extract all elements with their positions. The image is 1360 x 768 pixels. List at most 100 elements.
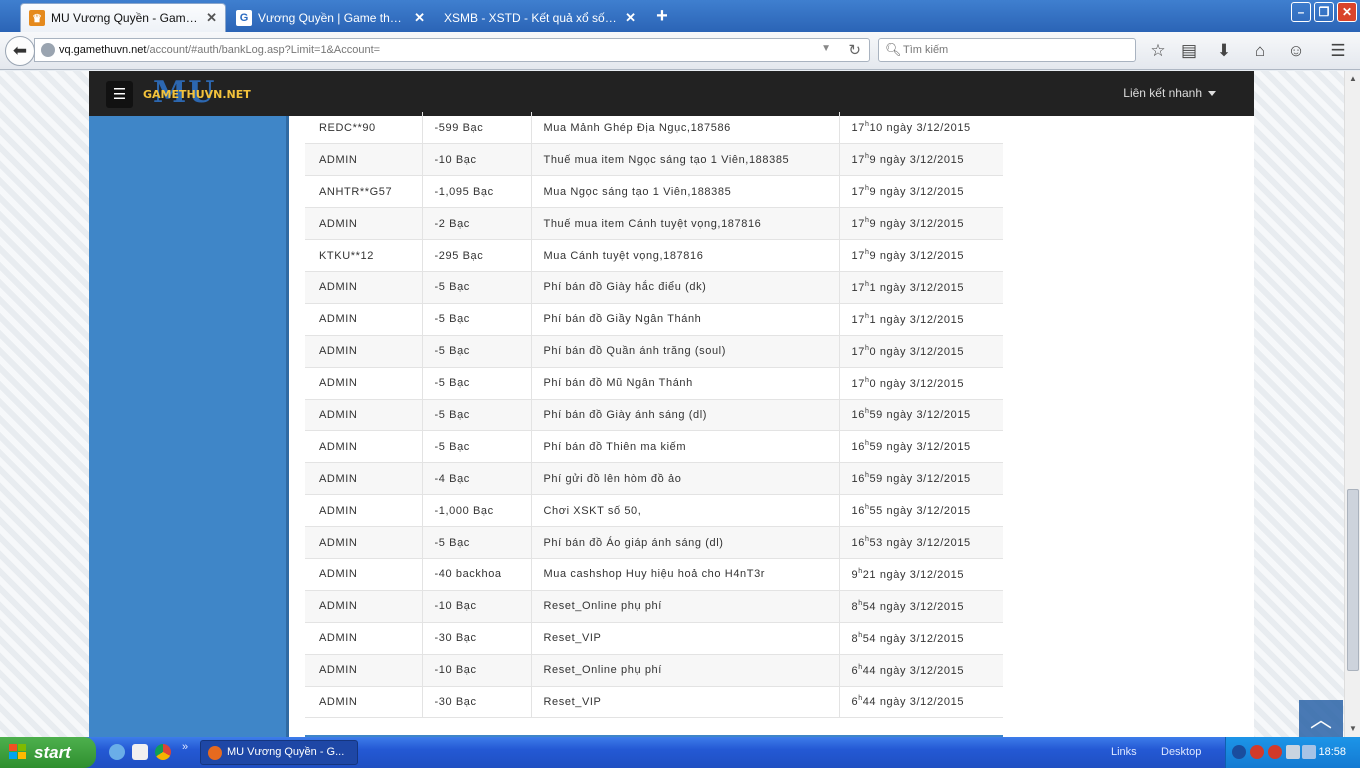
time-minute: 54 xyxy=(862,600,877,613)
notepad-icon[interactable] xyxy=(132,744,148,760)
network-icon[interactable] xyxy=(1286,745,1300,759)
menu-icon[interactable]: ☰ xyxy=(1327,41,1349,61)
table-row: ADMIN -40 backhoa Mua cashshop Huy hiệu ho… xyxy=(305,558,1003,591)
time-minute: 9 xyxy=(869,186,877,199)
tab-vuong-quyen-gamethu[interactable]: G Vương Quyền | Game thủ Việt... ✕ xyxy=(228,3,433,32)
table-row: ADMIN -5 Bạc Phí bán đồ Áo giáp ánh sáng (… xyxy=(305,526,1003,559)
display-icon[interactable] xyxy=(1302,745,1316,759)
time-minute: 9 xyxy=(869,154,877,167)
account-cell: ADMIN xyxy=(305,558,422,591)
browser-tab-strip: ♛ MU Vương Quyền - GamethuV... ✕ G Vương… xyxy=(0,0,1360,32)
time-cell: 8h54 ngày 3/12/2015 xyxy=(838,622,1003,655)
amount-cell: -5 Bạc xyxy=(421,367,531,400)
time-cell: 17h9 ngày 3/12/2015 xyxy=(838,207,1003,241)
description-cell: Mua Ngọc sáng tạo 1 Viên,188385 xyxy=(530,175,839,209)
reading-list-icon[interactable]: ▤ xyxy=(1178,41,1200,61)
description-cell: Phí bán đồ Giầy Ngân Thánh xyxy=(530,303,839,336)
maximize-window-button[interactable]: ❐ xyxy=(1314,2,1334,22)
bookmark-star-icon[interactable]: ☆ xyxy=(1147,41,1169,61)
account-cell: KTKU**12 xyxy=(305,239,422,272)
table-row: ADMIN -5 Bạc Phí bán đồ Giầy Ngân Thánh 17h… xyxy=(305,303,1003,336)
time-minute: 59 xyxy=(869,409,883,422)
description-cell: Mua cashshop Huy hiệu hoả cho H4nT3r xyxy=(530,558,839,591)
start-label: start xyxy=(34,743,71,762)
time-hour: 17 xyxy=(851,250,865,262)
hamburger-menu-button[interactable]: ☰ xyxy=(106,81,133,108)
site-container: ☰ MU GAMETHUVN.NET Liên kết nhanh REDC**… xyxy=(89,71,1254,737)
tab-title: XSMB - XSTD - Kết quả xổ số Miền ... xyxy=(444,10,619,25)
table-row: ADMIN -30 Bạc Reset_VIP 8h54 ngày 3/12/2015 xyxy=(305,622,1003,655)
dropdown-arrow-icon[interactable]: ▼ xyxy=(821,43,831,54)
tray-arrow-icon[interactable] xyxy=(1232,745,1246,759)
time-minute: 1 xyxy=(869,313,877,326)
taskbar-item-firefox[interactable]: MU Vương Quyền - G... xyxy=(200,740,358,765)
close-tab-icon[interactable]: ✕ xyxy=(414,10,425,26)
amount-cell: -5 Bạc xyxy=(421,271,531,304)
account-cell: ADMIN xyxy=(305,207,422,241)
time-cell: 16h55 ngày 3/12/2015 xyxy=(838,494,1003,528)
page-viewport: ☰ MU GAMETHUVN.NET Liên kết nhanh REDC**… xyxy=(0,71,1344,737)
desktop-toolbar[interactable]: Desktop xyxy=(1161,746,1201,758)
new-tab-button[interactable]: + xyxy=(650,6,674,28)
tab-mu-vuong-quyen[interactable]: ♛ MU Vương Quyền - GamethuV... ✕ xyxy=(20,3,226,32)
close-window-button[interactable]: ✕ xyxy=(1337,2,1357,22)
table-row: ADMIN -30 Bạc Reset_VIP 6h44 ngày 3/12/2015 xyxy=(305,686,1003,719)
ie-icon[interactable] xyxy=(109,744,125,760)
time-date: ngày 3/12/2015 xyxy=(886,441,971,454)
description-cell: Reset_VIP xyxy=(530,686,839,719)
taskbar-item-label: MU Vương Quyền - G... xyxy=(227,746,345,758)
links-toolbar[interactable]: Links xyxy=(1111,746,1137,758)
chat-icon[interactable]: ☺ xyxy=(1285,41,1307,61)
back-button[interactable]: ⬅ xyxy=(5,36,35,66)
tab-xsmb[interactable]: XSMB - XSTD - Kết quả xổ số Miền ... ✕ xyxy=(436,3,644,32)
time-date: ngày 3/12/2015 xyxy=(886,505,971,518)
search-placeholder: Tìm kiếm xyxy=(903,44,949,56)
antivirus-icon[interactable] xyxy=(1250,745,1264,759)
quick-links-dropdown[interactable]: Liên kết nhanh xyxy=(1123,86,1216,100)
time-minute: 21 xyxy=(862,568,877,581)
time-date: ngày 3/12/2015 xyxy=(879,377,965,390)
time-cell: 16h59 ngày 3/12/2015 xyxy=(838,462,1003,496)
windows-taskbar: start » MU Vương Quyền - G... Links Desk… xyxy=(0,737,1360,768)
close-tab-icon[interactable]: ✕ xyxy=(625,10,636,26)
time-hour: 17 xyxy=(851,186,865,199)
time-minute: 44 xyxy=(862,664,877,677)
table-row: ADMIN -10 Bạc Reset_Online phụ phí 8h54 ngà… xyxy=(305,590,1003,623)
minimize-window-button[interactable]: – xyxy=(1291,2,1311,22)
time-minute: 0 xyxy=(869,377,877,390)
scrollbar-thumb[interactable] xyxy=(1347,489,1359,671)
time-hour: 16 xyxy=(851,409,865,422)
scroll-down-icon[interactable]: ▼ xyxy=(1345,721,1360,737)
quicklaunch-more-icon[interactable]: » xyxy=(182,741,188,753)
time-date: ngày 3/12/2015 xyxy=(879,632,965,645)
start-button[interactable]: start xyxy=(0,737,96,768)
download-icon[interactable]: ⬇ xyxy=(1213,41,1235,61)
site-logo[interactable]: MU GAMETHUVN.NET xyxy=(143,75,251,110)
amount-cell: -295 Bạc xyxy=(421,239,531,272)
time-date: ngày 3/12/2015 xyxy=(879,600,965,613)
back-to-top-button[interactable]: ︿ xyxy=(1299,700,1343,742)
time-cell: 17h0 ngày 3/12/2015 xyxy=(838,367,1003,400)
time-hour: 17 xyxy=(851,345,865,358)
account-cell: ADMIN xyxy=(305,399,422,432)
url-bar[interactable]: vq.gamethuvn.net/account/#auth/bankLog.a… xyxy=(34,38,870,62)
system-tray: 18:58 xyxy=(1225,737,1360,768)
account-cell: ADMIN xyxy=(305,430,422,464)
description-cell: Thuế mua item Cánh tuyệt vọng,187816 xyxy=(530,207,839,241)
description-cell: Phí bán đồ Giày hắc điểu (dk) xyxy=(530,271,839,304)
home-icon[interactable]: ⌂ xyxy=(1249,41,1271,61)
reload-icon[interactable]: ↻ xyxy=(848,41,861,59)
firefox-icon xyxy=(208,746,222,760)
time-minute: 55 xyxy=(869,505,883,518)
search-input[interactable]: 🔍︎ Tìm kiếm xyxy=(878,38,1136,62)
time-minute: 53 xyxy=(869,537,883,550)
close-tab-icon[interactable]: ✕ xyxy=(206,10,217,26)
amount-cell: -10 Bạc xyxy=(421,654,531,687)
page-scrollbar[interactable]: ▲ ▼ xyxy=(1344,71,1360,737)
time-date: ngày 3/12/2015 xyxy=(879,313,965,326)
chrome-icon[interactable] xyxy=(155,744,171,760)
description-cell: Phí bán đồ Giày ánh sáng (dl) xyxy=(530,399,839,432)
antivirus-icon[interactable] xyxy=(1268,745,1282,759)
amount-cell: -1,095 Bạc xyxy=(421,175,531,209)
scroll-up-icon[interactable]: ▲ xyxy=(1345,71,1360,87)
